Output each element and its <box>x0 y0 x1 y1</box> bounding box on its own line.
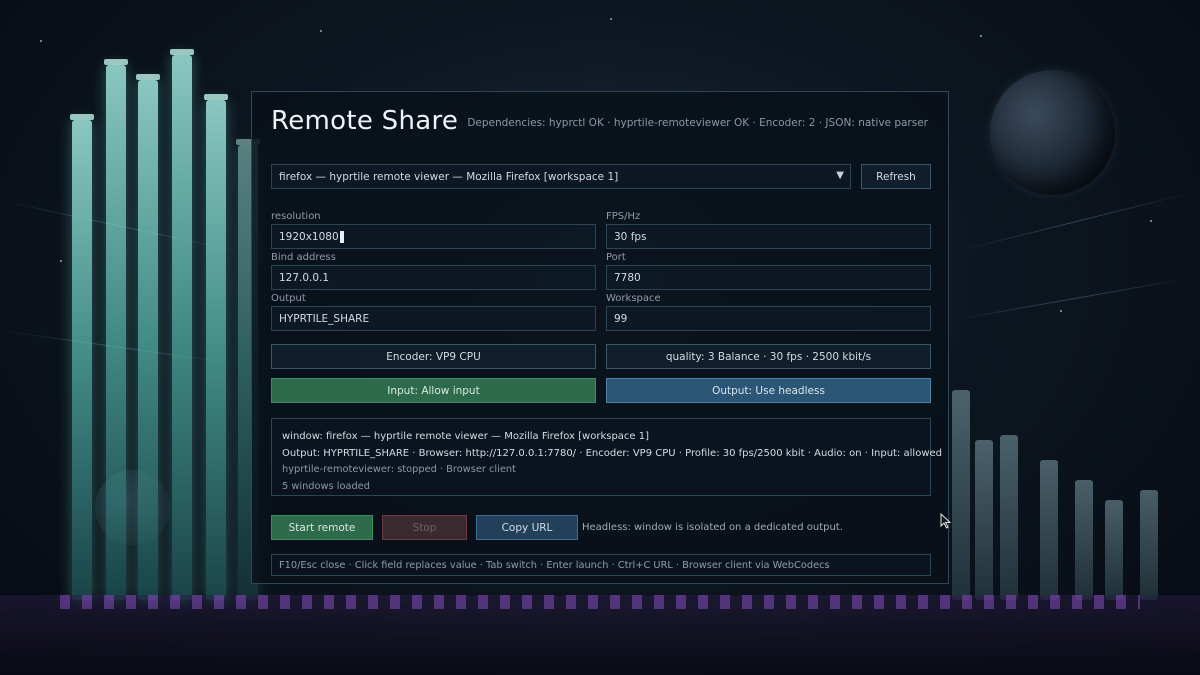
workspace-label: Workspace <box>606 293 661 304</box>
port-label: Port <box>606 252 626 263</box>
fps-field[interactable]: 30 fps <box>606 224 931 249</box>
chevron-down-icon: ▼ <box>836 170 844 181</box>
port-value: 7780 <box>614 271 641 284</box>
bind-address-field[interactable]: 127.0.0.1 <box>271 265 596 290</box>
resolution-label: resolution <box>271 211 321 222</box>
output-toggle-button[interactable]: Output: Use headless <box>606 378 931 403</box>
window-select-dropdown[interactable]: firefox — hyprtile remote viewer — Mozil… <box>271 164 851 189</box>
output-value: HYPRTILE_SHARE <box>279 312 370 325</box>
shortcuts-text: F10/Esc close · Click field replaces val… <box>279 559 830 571</box>
info-summary: Output: HYPRTILE_SHARE · Browser: http:/… <box>282 448 942 459</box>
window-select-value: firefox — hyprtile remote viewer — Mozil… <box>279 170 619 183</box>
output-field[interactable]: HYPRTILE_SHARE <box>271 306 596 331</box>
mouse-pointer-icon <box>940 513 952 529</box>
shortcuts-footer: F10/Esc close · Click field replaces val… <box>271 554 931 576</box>
dependencies-status: Dependencies: hyprctl OK · hyprtile-remo… <box>467 117 928 129</box>
info-windows-loaded: 5 windows loaded <box>282 480 370 492</box>
bind-address-label: Bind address <box>271 252 336 263</box>
planet-decoration <box>990 70 1115 195</box>
encoder-toggle-button[interactable]: Encoder: VP9 CPU <box>271 344 596 369</box>
quality-toggle-button[interactable]: quality: 3 Balance · 30 fps · 2500 kbit/… <box>606 344 931 369</box>
info-viewer-status: hyprtile-remoteviewer: stopped · Browser… <box>282 464 516 475</box>
start-remote-button[interactable]: Start remote <box>271 515 373 540</box>
status-info-box: window: firefox — hyprtile remote viewer… <box>271 418 942 496</box>
headless-hint: Headless: window is isolated on a dedica… <box>582 522 843 533</box>
copy-url-button[interactable]: Copy URL <box>476 515 578 540</box>
text-cursor <box>339 230 344 243</box>
output-label: Output <box>271 293 306 304</box>
port-field[interactable]: 7780 <box>606 265 931 290</box>
info-window: window: firefox — hyprtile remote viewer… <box>282 431 650 442</box>
input-toggle-button[interactable]: Input: Allow input <box>271 378 596 403</box>
fps-value: 30 fps <box>614 230 647 243</box>
resolution-field[interactable]: 1920x1080 <box>271 224 596 249</box>
bind-address-value: 127.0.0.1 <box>279 271 330 284</box>
remote-share-dialog: Remote Share Dependencies: hyprctl OK · … <box>251 91 949 584</box>
workspace-field[interactable]: 99 <box>606 306 931 331</box>
fps-label: FPS/Hz <box>606 211 641 222</box>
refresh-button[interactable]: Refresh <box>861 164 931 189</box>
resolution-value: 1920x1080 <box>279 230 339 243</box>
dialog-title: Remote Share <box>271 106 459 136</box>
workspace-value: 99 <box>614 312 628 325</box>
stop-button[interactable]: Stop <box>382 515 467 540</box>
